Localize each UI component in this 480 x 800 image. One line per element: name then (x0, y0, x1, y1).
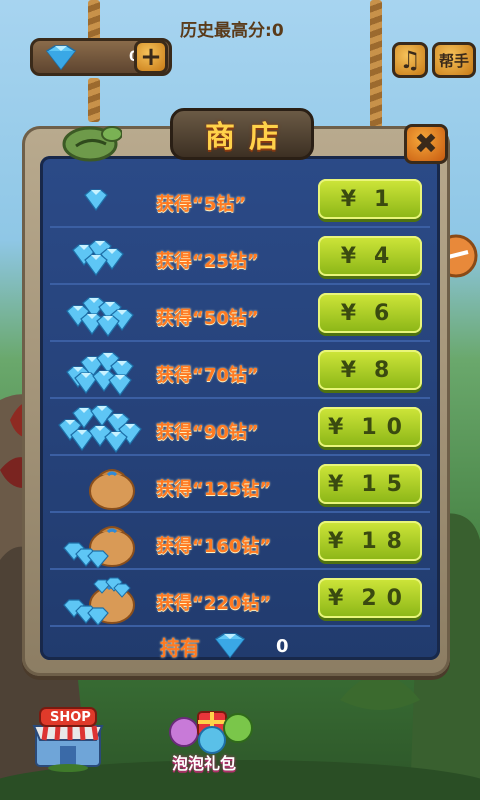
currency-symbol: ¥ (328, 414, 344, 440)
shop-item-label: 获得“70钻” (156, 365, 259, 386)
shop-item-label: 获得“160钻” (156, 536, 272, 557)
currency-symbol: ¥ (340, 300, 356, 326)
diamond-pile-icon (56, 176, 144, 226)
leaf-decoration-icon (62, 126, 122, 162)
currency-symbol: ¥ (340, 243, 356, 269)
shop-item-row: 获得“90钻” ¥10 (50, 404, 430, 456)
shop-item-row: 获得“5钻” ¥1 (50, 176, 430, 228)
buy-button[interactable]: ¥4 (318, 236, 422, 276)
shop-item-row: 获得“70钻” ¥8 (50, 347, 430, 399)
currency-symbol: ¥ (328, 585, 344, 611)
buy-button[interactable]: ¥10 (318, 407, 422, 447)
holdings-value: 0 (276, 635, 289, 657)
shop-item-label: 获得“5钻” (156, 194, 247, 215)
buy-button[interactable]: ¥15 (318, 464, 422, 504)
shop-item-label: 获得“90钻” (156, 422, 259, 443)
buy-button-price: 1 (374, 186, 400, 212)
buy-button-price: 6 (374, 300, 400, 326)
helper-button[interactable]: 帮手 (432, 42, 476, 78)
rope-left-lower (88, 78, 100, 122)
buy-button-price: 18 (361, 528, 412, 554)
diamond-bag-icon (56, 518, 144, 569)
buy-button[interactable]: ¥20 (318, 578, 422, 618)
shop-button-label: SHOP (50, 710, 91, 725)
close-button[interactable]: ✖ (404, 124, 448, 164)
diamond-pile-icon (56, 347, 144, 397)
buy-button[interactable]: ¥18 (318, 521, 422, 561)
diamond-icon (214, 633, 246, 659)
shop-item-label: 获得“220钻” (156, 593, 272, 614)
shop-item-label: 获得“50钻” (156, 308, 259, 329)
diamond-bag-icon (56, 461, 144, 511)
shop-item-label: 获得“25钻” (156, 251, 259, 272)
rope-right (370, 0, 382, 128)
shop-item-row: 获得“50钻” ¥6 (50, 290, 430, 342)
high-score: 历史最高分:0 (180, 16, 284, 41)
shop-button[interactable]: SHOP (30, 706, 106, 772)
bubble-gift-button[interactable]: 泡泡礼包 (168, 698, 254, 774)
holdings-label: 持有 (160, 635, 200, 660)
diamond-icon (45, 45, 77, 71)
shop-title: 商店 (170, 108, 314, 160)
shop-item-row: 获得“25钻” ¥4 (50, 233, 430, 285)
bubble-gift-label: 泡泡礼包 (172, 754, 237, 773)
add-gems-button[interactable]: + (134, 40, 168, 74)
high-score-label: 历史最高分: (180, 21, 272, 41)
buy-button-price: 10 (361, 414, 412, 440)
buy-button-price: 8 (374, 357, 400, 383)
buy-button-price: 4 (374, 243, 400, 269)
currency-symbol: ¥ (340, 357, 356, 383)
buy-button[interactable]: ¥1 (318, 179, 422, 219)
shop-item-row: 获得“160钻” ¥18 (50, 518, 430, 570)
holdings: 持有 0 (160, 630, 289, 662)
buy-button[interactable]: ¥6 (318, 293, 422, 333)
diamond-pile-icon (56, 404, 144, 454)
diamond-pile-icon (56, 290, 144, 340)
currency-symbol: ¥ (328, 528, 344, 554)
currency-symbol: ¥ (328, 471, 344, 497)
buy-button[interactable]: ¥8 (318, 350, 422, 390)
shop-title-text: 商店 (205, 120, 293, 155)
diamond-bag-icon (56, 575, 144, 626)
shop-item-label: 获得“125钻” (156, 479, 272, 500)
buy-button-price: 15 (361, 471, 412, 497)
diamond-pile-icon (56, 233, 144, 283)
currency-symbol: ¥ (340, 186, 356, 212)
high-score-value: 0 (271, 21, 284, 41)
shop-item-row: 获得“125钻” ¥15 (50, 461, 430, 513)
music-button[interactable]: ♫ (392, 42, 428, 78)
buy-button-price: 20 (361, 585, 412, 611)
shop-item-row: 获得“220钻” ¥20 (50, 575, 430, 627)
bubble-gift-icon (169, 711, 253, 754)
